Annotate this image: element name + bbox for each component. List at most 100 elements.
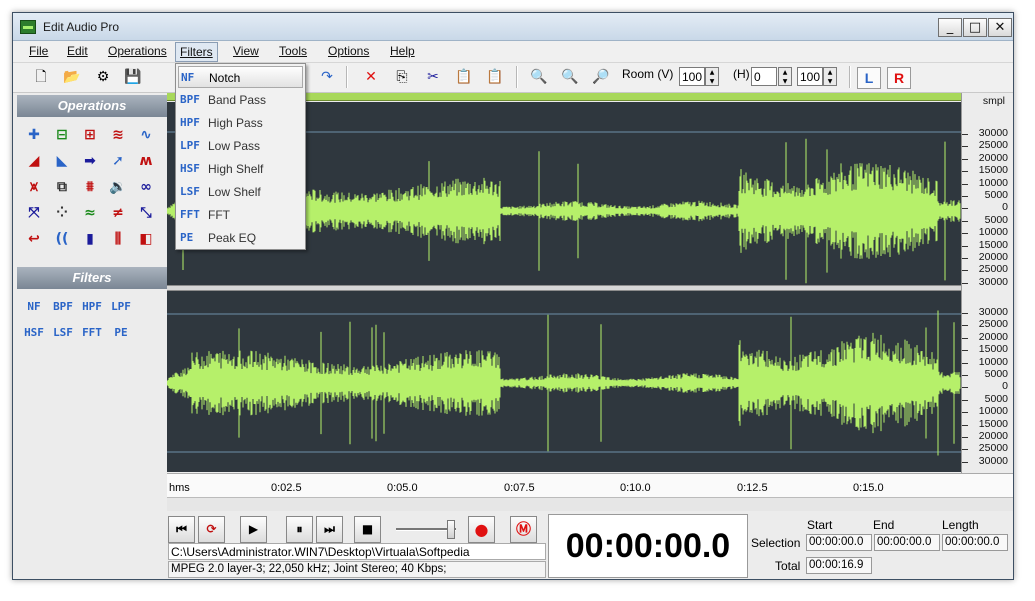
echo-icon[interactable]: ʍ	[133, 149, 159, 173]
step-forward-button[interactable]: ⏭	[316, 516, 343, 543]
filters-menu-item-high-pass[interactable]: HPF High Pass	[178, 112, 303, 134]
fade-in-icon[interactable]: ◢	[21, 149, 47, 173]
end-header: End	[873, 518, 895, 532]
filters-menu-item-high-shelf[interactable]: HSF High Shelf	[178, 158, 303, 180]
scale-label: 10000	[978, 405, 1008, 418]
zoom-fit-icon[interactable]: 🔎	[589, 66, 613, 88]
filters-menu-item-peak-eq[interactable]: PE Peak EQ	[178, 227, 303, 249]
scale-tick	[962, 313, 968, 314]
redo-icon[interactable]: ↷	[315, 66, 339, 88]
paste-new-icon[interactable]: 📋	[483, 66, 507, 88]
vibrato-icon[interactable]: ≈	[77, 201, 103, 225]
volume-slider-thumb[interactable]	[447, 520, 455, 539]
filters-menu-item-fft[interactable]: FFT FFT	[178, 204, 303, 226]
fft-filter-icon[interactable]: FFT	[79, 321, 105, 343]
equalizer-icon[interactable]: ⫼	[105, 227, 131, 251]
zoom-in-icon[interactable]: 🔍	[527, 66, 551, 88]
menu-tools[interactable]: Tools	[279, 44, 307, 58]
high-shelf-filter-icon[interactable]: HSF	[21, 321, 47, 343]
fft-icon: FFT	[180, 208, 200, 221]
cut-icon[interactable]: ✂	[421, 66, 445, 88]
menu-file[interactable]: File	[29, 44, 48, 58]
band-pass-filter-icon[interactable]: BPF	[50, 295, 76, 317]
invert-icon[interactable]: ⩙	[21, 175, 47, 199]
right-channel-button[interactable]: R	[887, 67, 911, 89]
band-pass-icon: BPF	[180, 93, 200, 106]
record-button[interactable]: ●	[468, 516, 495, 543]
reverse-icon[interactable]: ↩	[21, 227, 47, 251]
horizontal-scrollbar[interactable]	[167, 497, 1013, 511]
high-pass-filter-icon[interactable]: HPF	[79, 295, 105, 317]
menu-help[interactable]: Help	[390, 44, 415, 58]
loop-icon[interactable]: ∞	[133, 175, 159, 199]
swap-channels-icon[interactable]: ◧	[133, 227, 159, 251]
split-icon[interactable]: ⊞	[77, 123, 103, 147]
play-loop-button[interactable]: ⟳	[198, 516, 225, 543]
stop-button[interactable]: ■	[354, 516, 381, 543]
noise-icon[interactable]: ⁘	[49, 201, 75, 225]
notch-filter-icon[interactable]: NF	[21, 295, 47, 317]
menu-filters[interactable]: Filters	[175, 42, 218, 62]
selection-length-field[interactable]: 00:00:00.0	[942, 534, 1008, 551]
copy-icon[interactable]: ⎘	[390, 66, 414, 88]
go-to-start-button[interactable]: ⏮	[168, 516, 195, 543]
volume-icon[interactable]: 🔉	[105, 175, 131, 199]
menu-view[interactable]: View	[233, 44, 259, 58]
save-icon[interactable]: 💾	[121, 66, 145, 88]
new-file-icon[interactable]: 🗋	[29, 66, 53, 88]
low-pass-filter-icon[interactable]: LPF	[108, 295, 134, 317]
pause-button[interactable]: ⏸	[286, 516, 313, 543]
scale-label: 5000	[984, 213, 1008, 226]
time-ruler: hms 0:02.5 0:05.0 0:07.5 0:10.0 0:12.5 0…	[167, 473, 1013, 497]
scale-tick	[962, 196, 968, 197]
room-h-input[interactable]	[751, 67, 777, 86]
reverb-icon[interactable]: ((	[49, 227, 75, 251]
monitor-button[interactable]: Ⓜ	[510, 516, 537, 543]
filters-menu-item-band-pass[interactable]: BPF Band Pass	[178, 89, 303, 111]
menu-edit[interactable]: Edit	[67, 44, 88, 58]
move-right-icon[interactable]: ➡	[77, 149, 103, 173]
scale-label: 30000	[978, 454, 1008, 467]
room-v-spinner[interactable]: ▲ ▼	[705, 67, 719, 86]
mix-icon[interactable]: ⧉	[49, 175, 75, 199]
minimize-button[interactable]: _	[938, 18, 962, 37]
distort-icon[interactable]: ⩩	[77, 175, 103, 199]
left-channel-button[interactable]: L	[857, 67, 881, 89]
expand-icon[interactable]: ⤧	[21, 201, 47, 225]
maximize-button[interactable]: □	[963, 18, 987, 37]
notch-icon: NF	[181, 71, 195, 84]
selection-start-field[interactable]: 00:00:00.0	[806, 534, 872, 551]
trim-icon[interactable]: ⊟	[49, 123, 75, 147]
room-h-spinner[interactable]: ▲ ▼	[778, 67, 792, 86]
amplify-icon[interactable]: ≋	[105, 123, 131, 147]
stretch-icon[interactable]: ⤡	[133, 201, 159, 225]
open-folder-icon[interactable]: 📂	[60, 66, 84, 88]
filters-menu-item-low-shelf[interactable]: LSF Low Shelf	[178, 181, 303, 203]
low-shelf-filter-icon[interactable]: LSF	[50, 321, 76, 343]
insert-silence-icon[interactable]: ✚	[21, 123, 47, 147]
play-button[interactable]: ▶	[240, 516, 267, 543]
filters-menu-item-low-pass[interactable]: LPF Low Pass	[178, 135, 303, 157]
selection-end-field[interactable]: 00:00:00.0	[874, 534, 940, 551]
menu-options[interactable]: Options	[328, 44, 369, 58]
pitch-icon[interactable]: ≠	[105, 201, 131, 225]
shift-icon[interactable]: ➚	[105, 149, 131, 173]
zoom-out-icon[interactable]: 🔍	[558, 66, 582, 88]
paste-icon[interactable]: 📋	[452, 66, 476, 88]
scale-label: 30000	[978, 127, 1008, 139]
room-h2-input[interactable]	[797, 67, 823, 86]
menu-operations[interactable]: Operations	[108, 44, 167, 58]
close-button[interactable]: ✕	[988, 18, 1012, 37]
filters-dropdown-menu: NF Notch BPF Band Pass HPF High Pass LPF…	[175, 63, 306, 250]
properties-icon[interactable]: ⚙	[91, 66, 115, 88]
toolbar: 🗋 📂 ⚙ 💾 ↷ ✕ ⎘ ✂ 📋 📋 🔍 🔍 🔎 Room (V) ▲▼ (H…	[13, 63, 1013, 93]
delete-icon[interactable]: ✕	[359, 66, 383, 88]
peak-eq-filter-icon[interactable]: PE	[108, 321, 134, 343]
room-v-input[interactable]	[679, 67, 705, 86]
time-label: 0:02.5	[271, 482, 302, 494]
fade-out-icon[interactable]: ◣	[49, 149, 75, 173]
filters-menu-item-notch[interactable]: NF Notch	[178, 66, 303, 88]
channel-icon[interactable]: ▮	[77, 227, 103, 251]
room-h2-spinner[interactable]: ▲ ▼	[823, 67, 837, 86]
normalize-icon[interactable]: ∿	[133, 123, 159, 147]
